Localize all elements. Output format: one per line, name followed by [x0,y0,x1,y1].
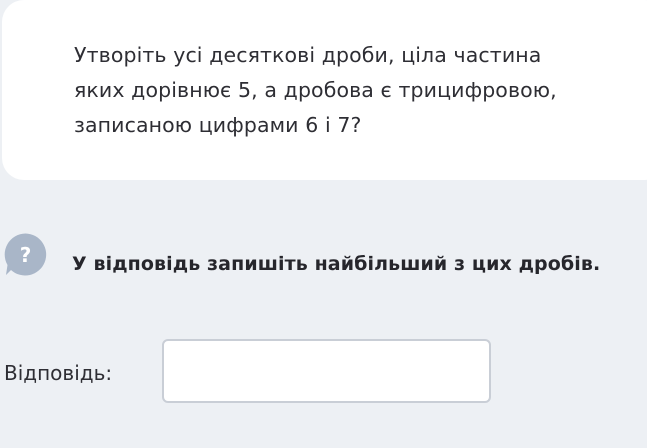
answer-input[interactable] [162,339,491,403]
question-text: Утворіть усі десяткові дроби, ціла части… [74,38,614,143]
question-card: Утворіть усі десяткові дроби, ціла части… [2,0,647,180]
question-line: яких дорівнює 5, а дробова є трицифровою… [74,78,557,102]
hint-text: У відповідь запишіть найбільший з цих др… [72,253,601,275]
answer-label: Відповідь: [4,361,113,385]
svg-text:?: ? [20,243,32,267]
question-line: записаною цифрами 6 і 7? [74,113,362,137]
hint-row: ? У відповідь запишіть найбільший з цих … [0,228,647,278]
question-line: Утворіть усі десяткові дроби, ціла части… [74,43,542,67]
question-icon: ? [4,233,47,276]
